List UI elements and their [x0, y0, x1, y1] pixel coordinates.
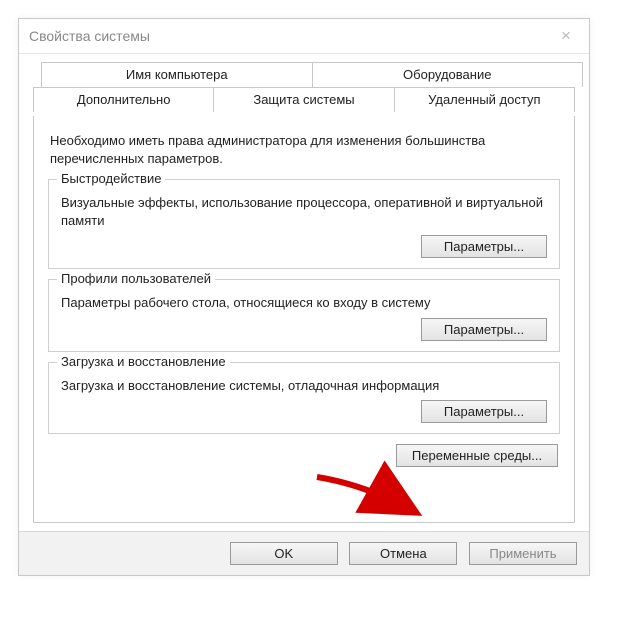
system-properties-window: Свойства системы × Имя компьютера Оборуд… [18, 18, 590, 576]
tab-panel-advanced: Необходимо иметь права администратора дл… [33, 116, 575, 523]
group-startup-recovery-text: Загрузка и восстановление системы, отлад… [61, 377, 547, 395]
titlebar: Свойства системы × [19, 19, 589, 54]
group-performance: Быстродействие Визуальные эффекты, испол… [48, 179, 560, 269]
tab-hardware[interactable]: Оборудование [313, 62, 584, 87]
admin-hint: Необходимо иметь права администратора дл… [50, 132, 558, 167]
apply-button[interactable]: Применить [469, 542, 577, 565]
client-area: Имя компьютера Оборудование Дополнительн… [19, 54, 589, 531]
tab-remote[interactable]: Удаленный доступ [395, 87, 575, 112]
group-startup-recovery-legend: Загрузка и восстановление [57, 354, 230, 369]
cancel-button[interactable]: Отмена [349, 542, 457, 565]
group-startup-recovery: Загрузка и восстановление Загрузка и вос… [48, 362, 560, 435]
close-icon[interactable]: × [543, 19, 589, 53]
tab-computer-name[interactable]: Имя компьютера [41, 62, 313, 87]
group-performance-text: Визуальные эффекты, использование процес… [61, 194, 547, 229]
tab-strip: Имя компьютера Оборудование Дополнительн… [33, 62, 575, 114]
dialog-footer: OK Отмена Применить [19, 531, 589, 575]
ok-button[interactable]: OK [230, 542, 338, 565]
environment-variables-button[interactable]: Переменные среды... [396, 444, 558, 467]
tab-system-protection[interactable]: Защита системы [214, 87, 394, 112]
group-user-profiles-text: Параметры рабочего стола, относящиеся ко… [61, 294, 547, 312]
group-performance-legend: Быстродействие [57, 171, 165, 186]
tab-advanced[interactable]: Дополнительно [33, 87, 214, 112]
startup-recovery-settings-button[interactable]: Параметры... [421, 400, 547, 423]
window-title: Свойства системы [29, 28, 150, 44]
performance-settings-button[interactable]: Параметры... [421, 235, 547, 258]
group-user-profiles: Профили пользователей Параметры рабочего… [48, 279, 560, 352]
user-profiles-settings-button[interactable]: Параметры... [421, 318, 547, 341]
group-user-profiles-legend: Профили пользователей [57, 271, 215, 286]
